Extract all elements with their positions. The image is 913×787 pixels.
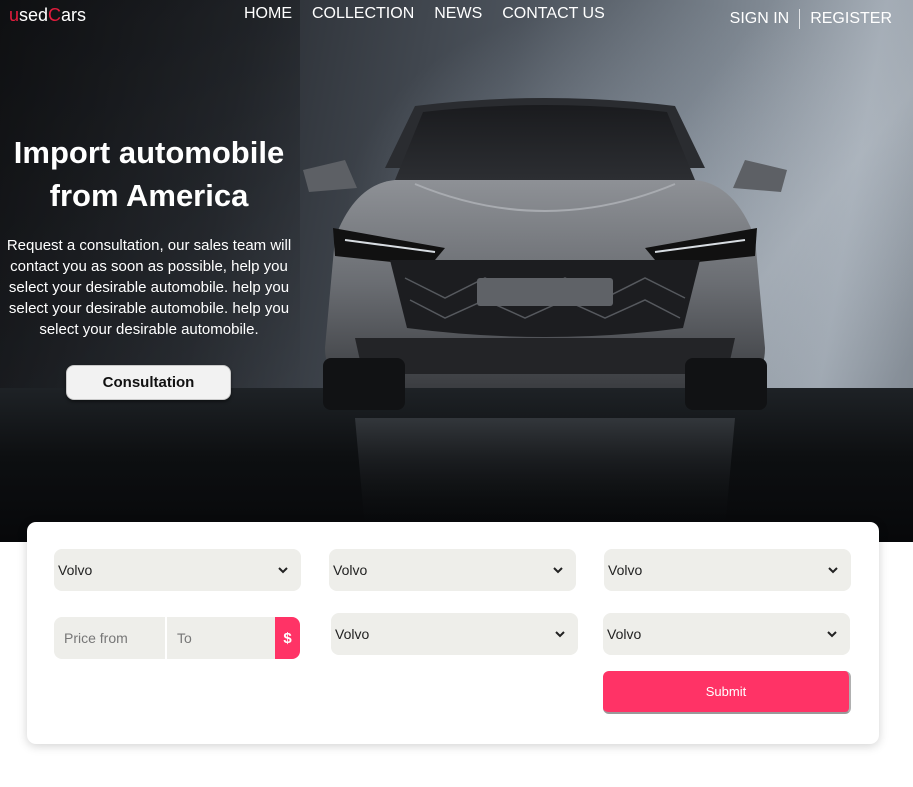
chevron-down-icon bbox=[278, 567, 288, 574]
currency-badge: $ bbox=[275, 617, 300, 659]
select-value: Volvo bbox=[58, 562, 93, 578]
hero-description: Request a consultation, our sales team w… bbox=[6, 237, 292, 338]
select-value: Volvo bbox=[333, 562, 368, 578]
brand-logo[interactable]: usedCars bbox=[9, 5, 86, 26]
car-image bbox=[303, 98, 787, 528]
logo-letter-u: u bbox=[9, 5, 20, 25]
price-range-group: $ bbox=[54, 617, 300, 659]
submit-button[interactable]: Submit bbox=[603, 671, 851, 714]
nav-home[interactable]: HOME bbox=[244, 5, 292, 23]
nav-news[interactable]: NEWS bbox=[434, 5, 482, 23]
chevron-down-icon bbox=[828, 567, 838, 574]
make-select-2[interactable]: Volvo bbox=[329, 549, 576, 591]
logo-letter-c: C bbox=[48, 5, 62, 25]
nav-contact-us[interactable]: CONTACT US bbox=[502, 5, 605, 23]
hero-title-line-1: Import automobile bbox=[13, 135, 285, 170]
make-select-1[interactable]: Volvo bbox=[54, 549, 301, 591]
sign-in-link[interactable]: SIGN IN bbox=[730, 10, 790, 28]
nav-collection[interactable]: COLLECTION bbox=[312, 5, 414, 23]
main-nav: HOME COLLECTION NEWS CONTACT US bbox=[244, 5, 605, 23]
hero-banner: usedCars HOME COLLECTION NEWS CONTACT US… bbox=[0, 0, 913, 542]
select-value: Volvo bbox=[335, 626, 370, 642]
hero-title: Import automobile from America bbox=[0, 131, 298, 217]
chevron-down-icon bbox=[827, 631, 837, 638]
select-value: Volvo bbox=[607, 626, 642, 642]
make-select-5[interactable]: Volvo bbox=[603, 613, 850, 655]
hero-title-line-2: from America bbox=[49, 178, 249, 213]
logo-text-sed: sed bbox=[19, 5, 49, 25]
chevron-down-icon bbox=[553, 567, 563, 574]
auth-links: SIGN IN REGISTER bbox=[730, 9, 892, 29]
make-select-3[interactable]: Volvo bbox=[604, 549, 851, 591]
register-link[interactable]: REGISTER bbox=[810, 10, 892, 28]
price-from-input[interactable] bbox=[54, 617, 165, 659]
select-value: Volvo bbox=[608, 562, 643, 578]
price-to-input[interactable] bbox=[167, 617, 275, 659]
make-select-4[interactable]: Volvo bbox=[331, 613, 578, 655]
consultation-button[interactable]: Consultation bbox=[66, 365, 231, 400]
logo-text-ars: ars bbox=[61, 5, 87, 25]
chevron-down-icon bbox=[555, 631, 565, 638]
auth-divider bbox=[799, 9, 801, 29]
